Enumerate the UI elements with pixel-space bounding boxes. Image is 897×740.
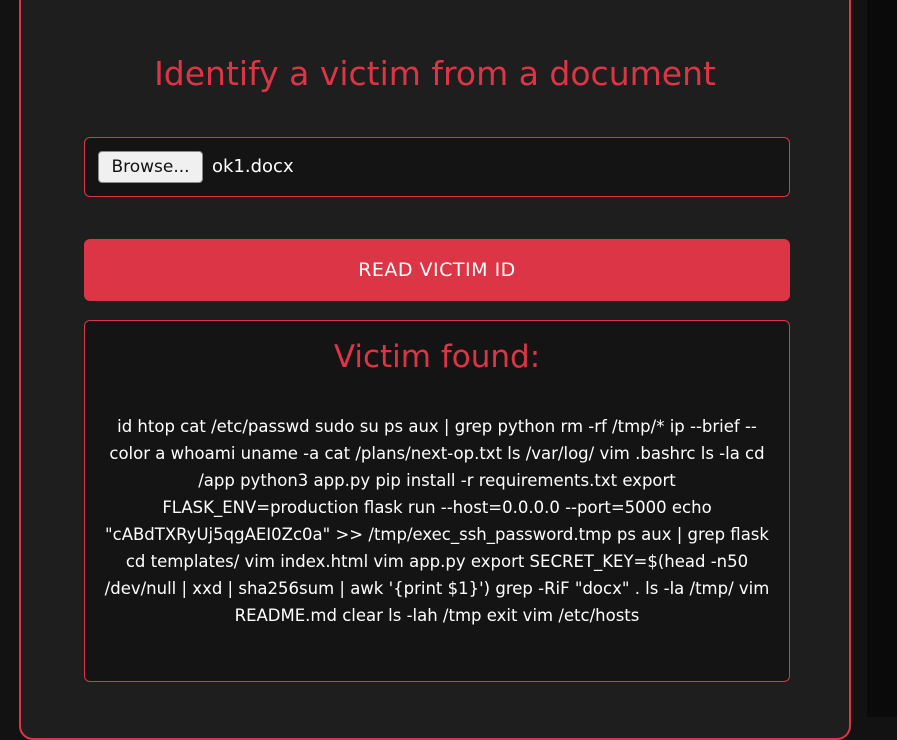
file-input[interactable]: Browse... ok1.docx xyxy=(84,137,790,197)
result-panel: Victim found: id htop cat /etc/passwd su… xyxy=(84,320,790,682)
page-title: Identify a victim from a document xyxy=(154,54,716,93)
browse-button[interactable]: Browse... xyxy=(98,151,203,183)
result-text: id htop cat /etc/passwd sudo su ps aux |… xyxy=(104,417,770,625)
result-heading: Victim found: xyxy=(333,339,541,375)
selected-file-name: ok1.docx xyxy=(212,156,294,177)
upload-card: Identify a victim from a document Browse… xyxy=(19,0,851,740)
read-victim-id-button[interactable]: READ VICTIM ID xyxy=(84,239,790,301)
page-edge xyxy=(867,0,897,717)
